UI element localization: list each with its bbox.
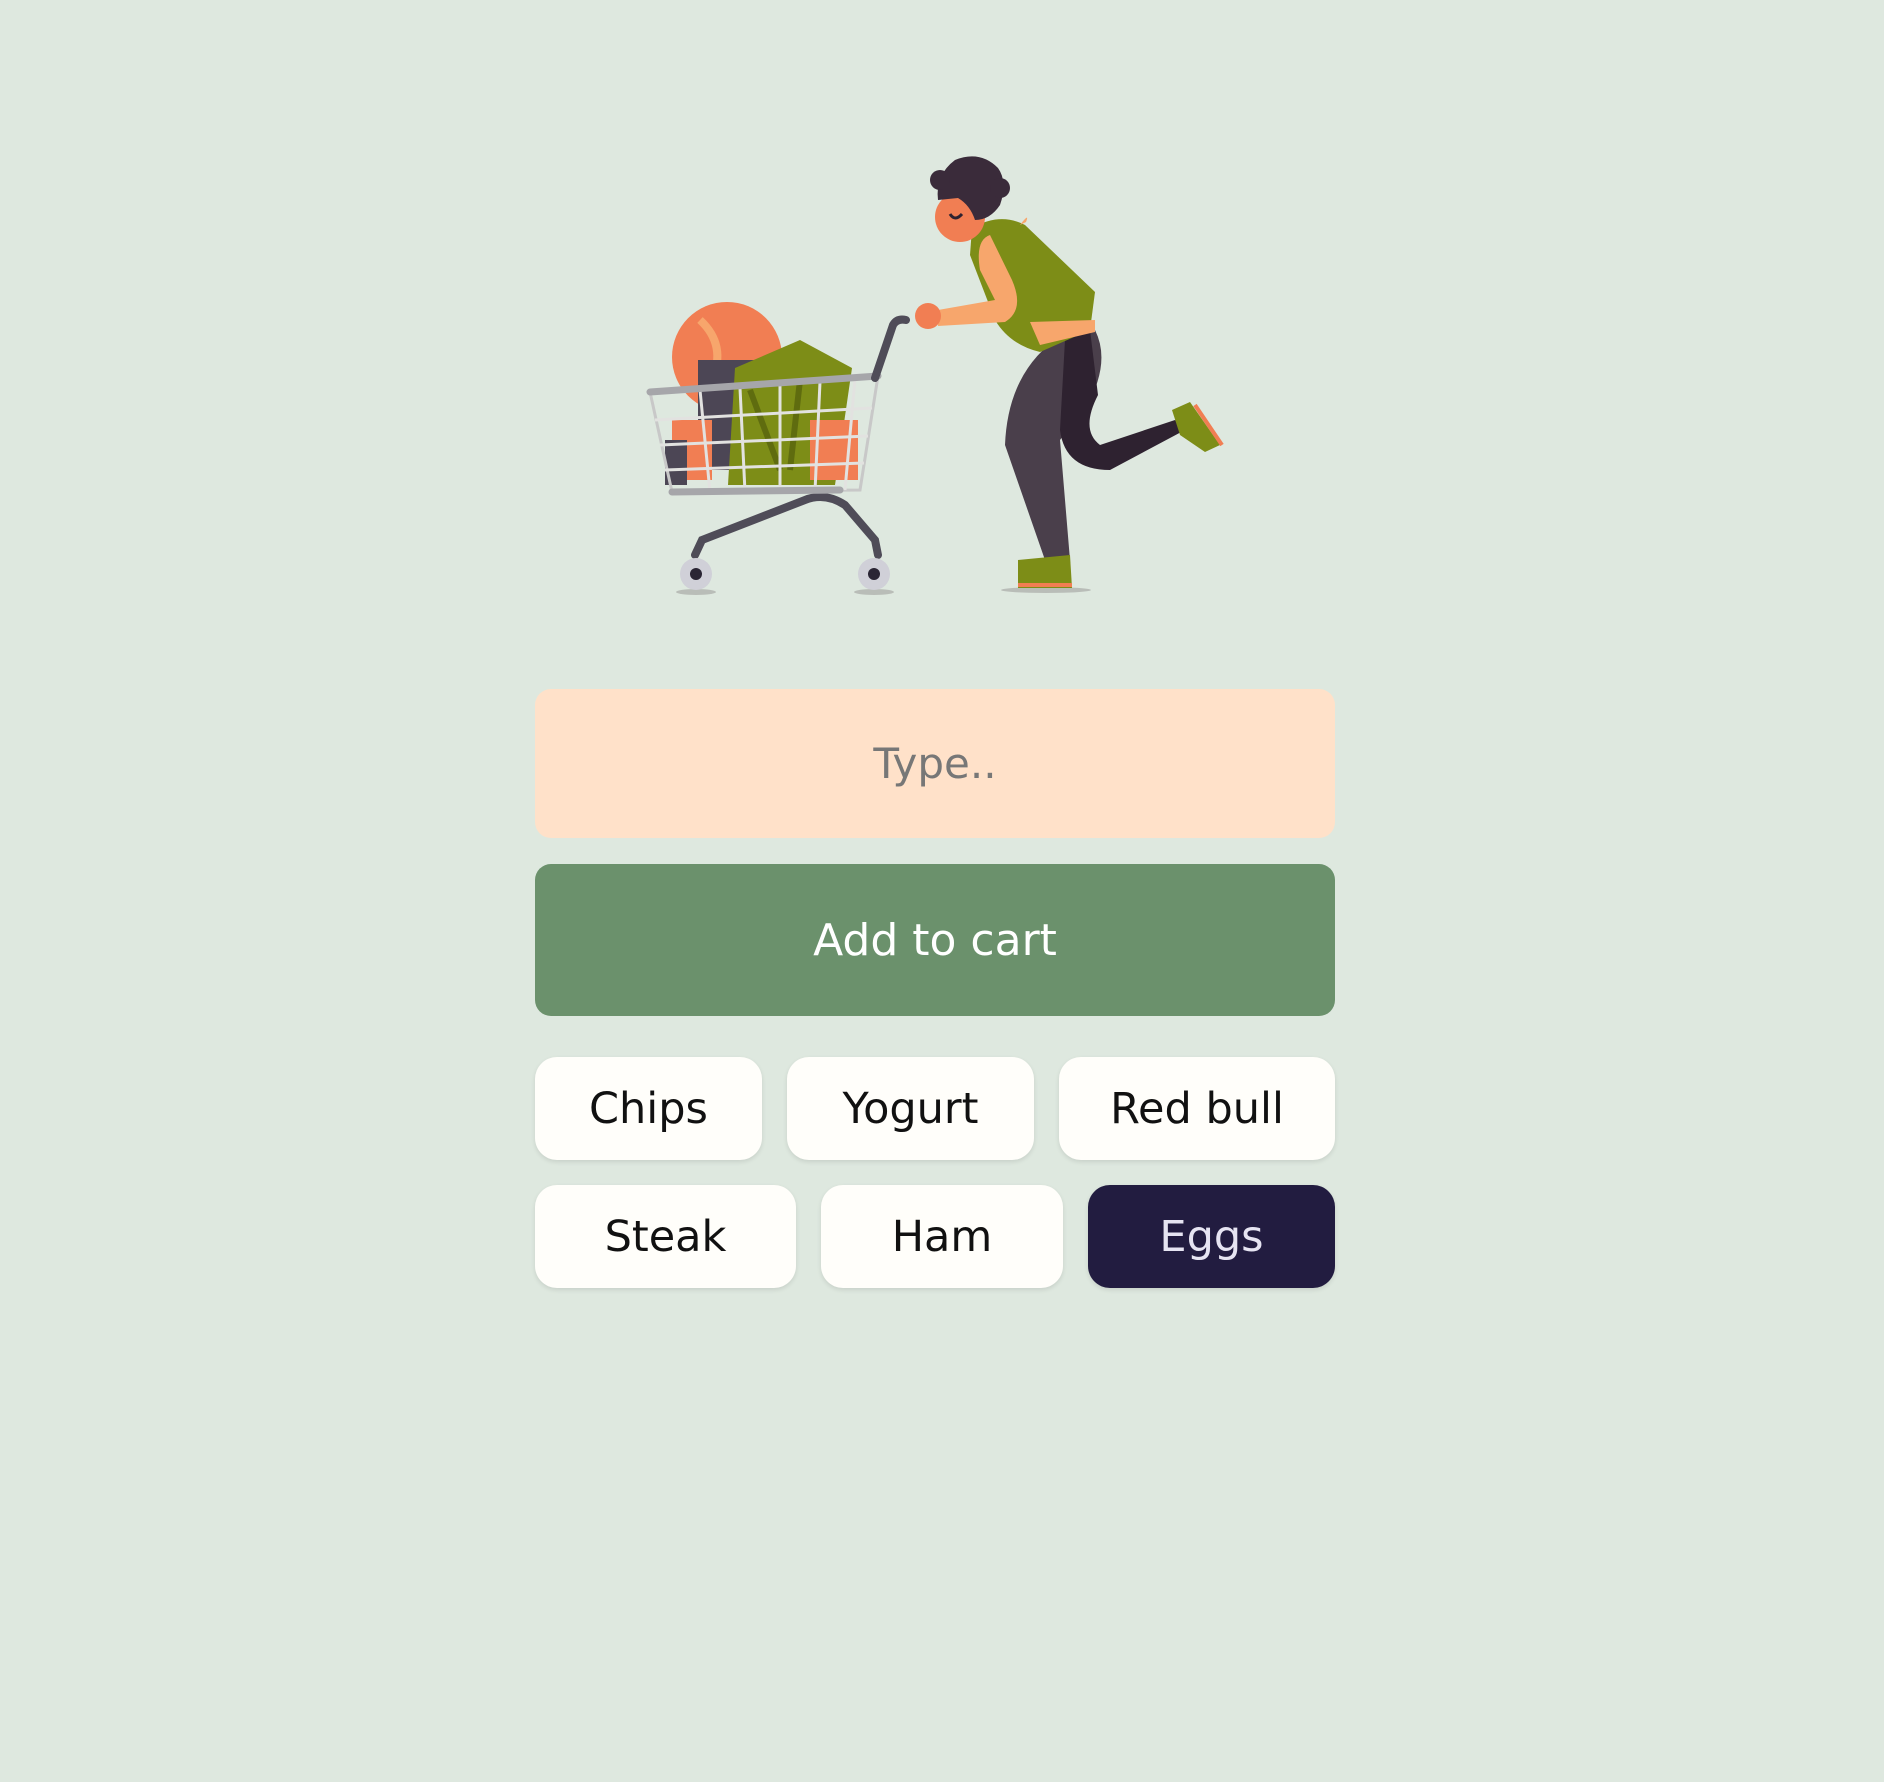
- item-chip-chips[interactable]: Chips: [535, 1057, 762, 1160]
- shopping-cart-illustration: [646, 156, 1224, 595]
- item-chip-red-bull[interactable]: Red bull: [1059, 1057, 1335, 1160]
- item-chip-steak[interactable]: Steak: [535, 1185, 796, 1288]
- item-chip-ham[interactable]: Ham: [821, 1185, 1063, 1288]
- item-chip-eggs[interactable]: Eggs: [1088, 1185, 1335, 1288]
- item-chip-yogurt[interactable]: Yogurt: [787, 1057, 1034, 1160]
- item-input[interactable]: [535, 689, 1335, 838]
- add-to-cart-button[interactable]: Add to cart: [535, 864, 1335, 1016]
